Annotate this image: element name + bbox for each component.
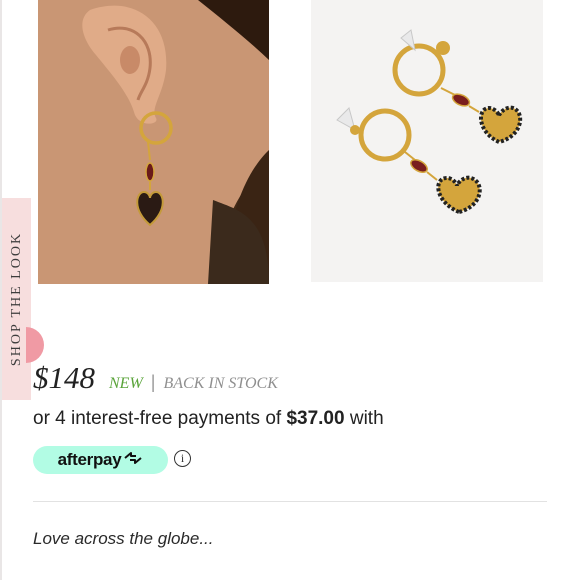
installment-amount: $37.00 bbox=[286, 408, 345, 429]
model-illustration bbox=[38, 0, 269, 284]
price-row: $148 NEW | BACK IN STOCK bbox=[33, 360, 278, 396]
installment-suffix: with bbox=[344, 408, 384, 429]
shop-the-look-label: SHOP THE LOOK bbox=[8, 231, 24, 367]
price: $148 bbox=[33, 360, 95, 395]
info-icon[interactable]: i bbox=[174, 450, 191, 467]
product-tagline: Love across the globe... bbox=[33, 529, 214, 548]
info-glyph: i bbox=[180, 451, 185, 465]
new-badge: NEW bbox=[109, 375, 143, 392]
earring-product-photo[interactable] bbox=[311, 0, 543, 282]
afterpay-badge[interactable]: afterpay bbox=[33, 446, 168, 474]
afterpay-logo-icon bbox=[123, 450, 143, 470]
earrings-illustration bbox=[336, 29, 523, 215]
stock-status: BACK IN STOCK bbox=[163, 375, 278, 392]
shop-the-look-handle[interactable] bbox=[26, 327, 44, 363]
installment-text: or 4 interest-free payments of $37.00 wi… bbox=[33, 408, 384, 430]
installment-prefix: or 4 interest-free payments of bbox=[33, 408, 287, 429]
afterpay-label: afterpay bbox=[57, 450, 122, 469]
divider bbox=[33, 501, 547, 502]
shop-the-look-tab[interactable]: SHOP THE LOOK bbox=[2, 198, 31, 400]
separator: | bbox=[150, 372, 156, 392]
model-photo[interactable] bbox=[38, 0, 269, 284]
